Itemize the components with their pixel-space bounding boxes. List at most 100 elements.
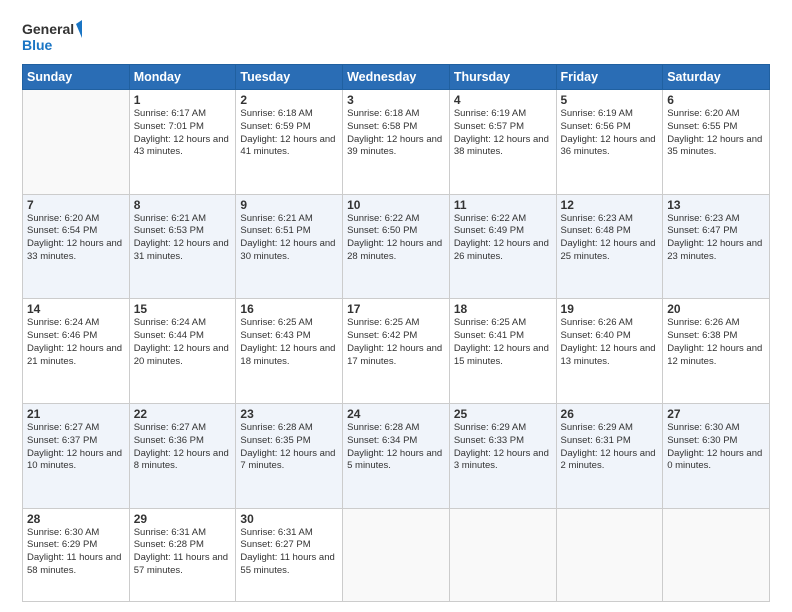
cell-info: Sunrise: 6:24 AMSunset: 6:46 PMDaylight:… [27,317,125,368]
weekday-friday: Friday [556,65,663,90]
weekday-thursday: Thursday [449,65,556,90]
day-number: 5 [561,93,659,107]
cell-info: Sunrise: 6:28 AMSunset: 6:34 PMDaylight:… [347,422,445,473]
cell-info: Sunrise: 6:18 AMSunset: 6:59 PMDaylight:… [240,108,338,159]
calendar-cell: 1Sunrise: 6:17 AMSunset: 7:01 PMDaylight… [129,90,236,195]
calendar-cell: 15Sunrise: 6:24 AMSunset: 6:44 PMDayligh… [129,299,236,404]
cell-info: Sunrise: 6:21 AMSunset: 6:53 PMDaylight:… [134,213,232,264]
cell-info: Sunrise: 6:29 AMSunset: 6:31 PMDaylight:… [561,422,659,473]
calendar-cell: 27Sunrise: 6:30 AMSunset: 6:30 PMDayligh… [663,403,770,508]
cell-info: Sunrise: 6:31 AMSunset: 6:28 PMDaylight:… [134,527,232,578]
cell-info: Sunrise: 6:28 AMSunset: 6:35 PMDaylight:… [240,422,338,473]
cell-info: Sunrise: 6:25 AMSunset: 6:43 PMDaylight:… [240,317,338,368]
cell-info: Sunrise: 6:30 AMSunset: 6:29 PMDaylight:… [27,527,125,578]
logo: General Blue [22,18,82,54]
cell-info: Sunrise: 6:30 AMSunset: 6:30 PMDaylight:… [667,422,765,473]
day-number: 12 [561,198,659,212]
day-number: 8 [134,198,232,212]
calendar-cell [449,508,556,602]
cell-info: Sunrise: 6:22 AMSunset: 6:49 PMDaylight:… [454,213,552,264]
cell-info: Sunrise: 6:26 AMSunset: 6:40 PMDaylight:… [561,317,659,368]
day-number: 30 [240,512,338,526]
day-number: 24 [347,407,445,421]
calendar-cell: 28Sunrise: 6:30 AMSunset: 6:29 PMDayligh… [23,508,130,602]
calendar-cell: 20Sunrise: 6:26 AMSunset: 6:38 PMDayligh… [663,299,770,404]
cell-info: Sunrise: 6:26 AMSunset: 6:38 PMDaylight:… [667,317,765,368]
day-number: 29 [134,512,232,526]
day-number: 10 [347,198,445,212]
week-row-3: 14Sunrise: 6:24 AMSunset: 6:46 PMDayligh… [23,299,770,404]
cell-info: Sunrise: 6:21 AMSunset: 6:51 PMDaylight:… [240,213,338,264]
calendar-cell: 19Sunrise: 6:26 AMSunset: 6:40 PMDayligh… [556,299,663,404]
page: General Blue SundayMondayTuesdayWednesda… [0,0,792,612]
calendar-cell: 12Sunrise: 6:23 AMSunset: 6:48 PMDayligh… [556,194,663,299]
cell-info: Sunrise: 6:17 AMSunset: 7:01 PMDaylight:… [134,108,232,159]
week-row-1: 1Sunrise: 6:17 AMSunset: 7:01 PMDaylight… [23,90,770,195]
weekday-saturday: Saturday [663,65,770,90]
calendar-cell: 24Sunrise: 6:28 AMSunset: 6:34 PMDayligh… [343,403,450,508]
day-number: 11 [454,198,552,212]
cell-info: Sunrise: 6:27 AMSunset: 6:37 PMDaylight:… [27,422,125,473]
calendar-cell: 4Sunrise: 6:19 AMSunset: 6:57 PMDaylight… [449,90,556,195]
day-number: 26 [561,407,659,421]
calendar-cell: 21Sunrise: 6:27 AMSunset: 6:37 PMDayligh… [23,403,130,508]
weekday-tuesday: Tuesday [236,65,343,90]
day-number: 16 [240,302,338,316]
calendar-cell: 16Sunrise: 6:25 AMSunset: 6:43 PMDayligh… [236,299,343,404]
cell-info: Sunrise: 6:23 AMSunset: 6:47 PMDaylight:… [667,213,765,264]
day-number: 15 [134,302,232,316]
cell-info: Sunrise: 6:27 AMSunset: 6:36 PMDaylight:… [134,422,232,473]
weekday-header-row: SundayMondayTuesdayWednesdayThursdayFrid… [23,65,770,90]
day-number: 28 [27,512,125,526]
calendar-cell: 29Sunrise: 6:31 AMSunset: 6:28 PMDayligh… [129,508,236,602]
calendar-cell: 10Sunrise: 6:22 AMSunset: 6:50 PMDayligh… [343,194,450,299]
weekday-sunday: Sunday [23,65,130,90]
calendar-cell: 18Sunrise: 6:25 AMSunset: 6:41 PMDayligh… [449,299,556,404]
calendar-cell [663,508,770,602]
calendar-cell: 25Sunrise: 6:29 AMSunset: 6:33 PMDayligh… [449,403,556,508]
day-number: 23 [240,407,338,421]
day-number: 25 [454,407,552,421]
calendar-cell [23,90,130,195]
day-number: 20 [667,302,765,316]
calendar-cell [343,508,450,602]
day-number: 13 [667,198,765,212]
week-row-2: 7Sunrise: 6:20 AMSunset: 6:54 PMDaylight… [23,194,770,299]
calendar-cell: 6Sunrise: 6:20 AMSunset: 6:55 PMDaylight… [663,90,770,195]
calendar-cell [556,508,663,602]
calendar-table: SundayMondayTuesdayWednesdayThursdayFrid… [22,64,770,602]
svg-text:Blue: Blue [22,37,53,53]
calendar-cell: 14Sunrise: 6:24 AMSunset: 6:46 PMDayligh… [23,299,130,404]
calendar-cell: 11Sunrise: 6:22 AMSunset: 6:49 PMDayligh… [449,194,556,299]
day-number: 4 [454,93,552,107]
calendar-cell: 2Sunrise: 6:18 AMSunset: 6:59 PMDaylight… [236,90,343,195]
day-number: 1 [134,93,232,107]
logo-svg: General Blue [22,18,82,54]
calendar-cell: 9Sunrise: 6:21 AMSunset: 6:51 PMDaylight… [236,194,343,299]
cell-info: Sunrise: 6:19 AMSunset: 6:57 PMDaylight:… [454,108,552,159]
cell-info: Sunrise: 6:25 AMSunset: 6:41 PMDaylight:… [454,317,552,368]
cell-info: Sunrise: 6:24 AMSunset: 6:44 PMDaylight:… [134,317,232,368]
calendar-cell: 7Sunrise: 6:20 AMSunset: 6:54 PMDaylight… [23,194,130,299]
day-number: 18 [454,302,552,316]
day-number: 21 [27,407,125,421]
cell-info: Sunrise: 6:25 AMSunset: 6:42 PMDaylight:… [347,317,445,368]
calendar-cell: 13Sunrise: 6:23 AMSunset: 6:47 PMDayligh… [663,194,770,299]
cell-info: Sunrise: 6:23 AMSunset: 6:48 PMDaylight:… [561,213,659,264]
day-number: 17 [347,302,445,316]
calendar-cell: 23Sunrise: 6:28 AMSunset: 6:35 PMDayligh… [236,403,343,508]
week-row-4: 21Sunrise: 6:27 AMSunset: 6:37 PMDayligh… [23,403,770,508]
cell-info: Sunrise: 6:18 AMSunset: 6:58 PMDaylight:… [347,108,445,159]
calendar-cell: 22Sunrise: 6:27 AMSunset: 6:36 PMDayligh… [129,403,236,508]
cell-info: Sunrise: 6:29 AMSunset: 6:33 PMDaylight:… [454,422,552,473]
calendar-cell: 30Sunrise: 6:31 AMSunset: 6:27 PMDayligh… [236,508,343,602]
calendar-cell: 26Sunrise: 6:29 AMSunset: 6:31 PMDayligh… [556,403,663,508]
day-number: 14 [27,302,125,316]
cell-info: Sunrise: 6:22 AMSunset: 6:50 PMDaylight:… [347,213,445,264]
day-number: 6 [667,93,765,107]
day-number: 2 [240,93,338,107]
day-number: 7 [27,198,125,212]
cell-info: Sunrise: 6:31 AMSunset: 6:27 PMDaylight:… [240,527,338,578]
calendar-cell: 3Sunrise: 6:18 AMSunset: 6:58 PMDaylight… [343,90,450,195]
day-number: 19 [561,302,659,316]
